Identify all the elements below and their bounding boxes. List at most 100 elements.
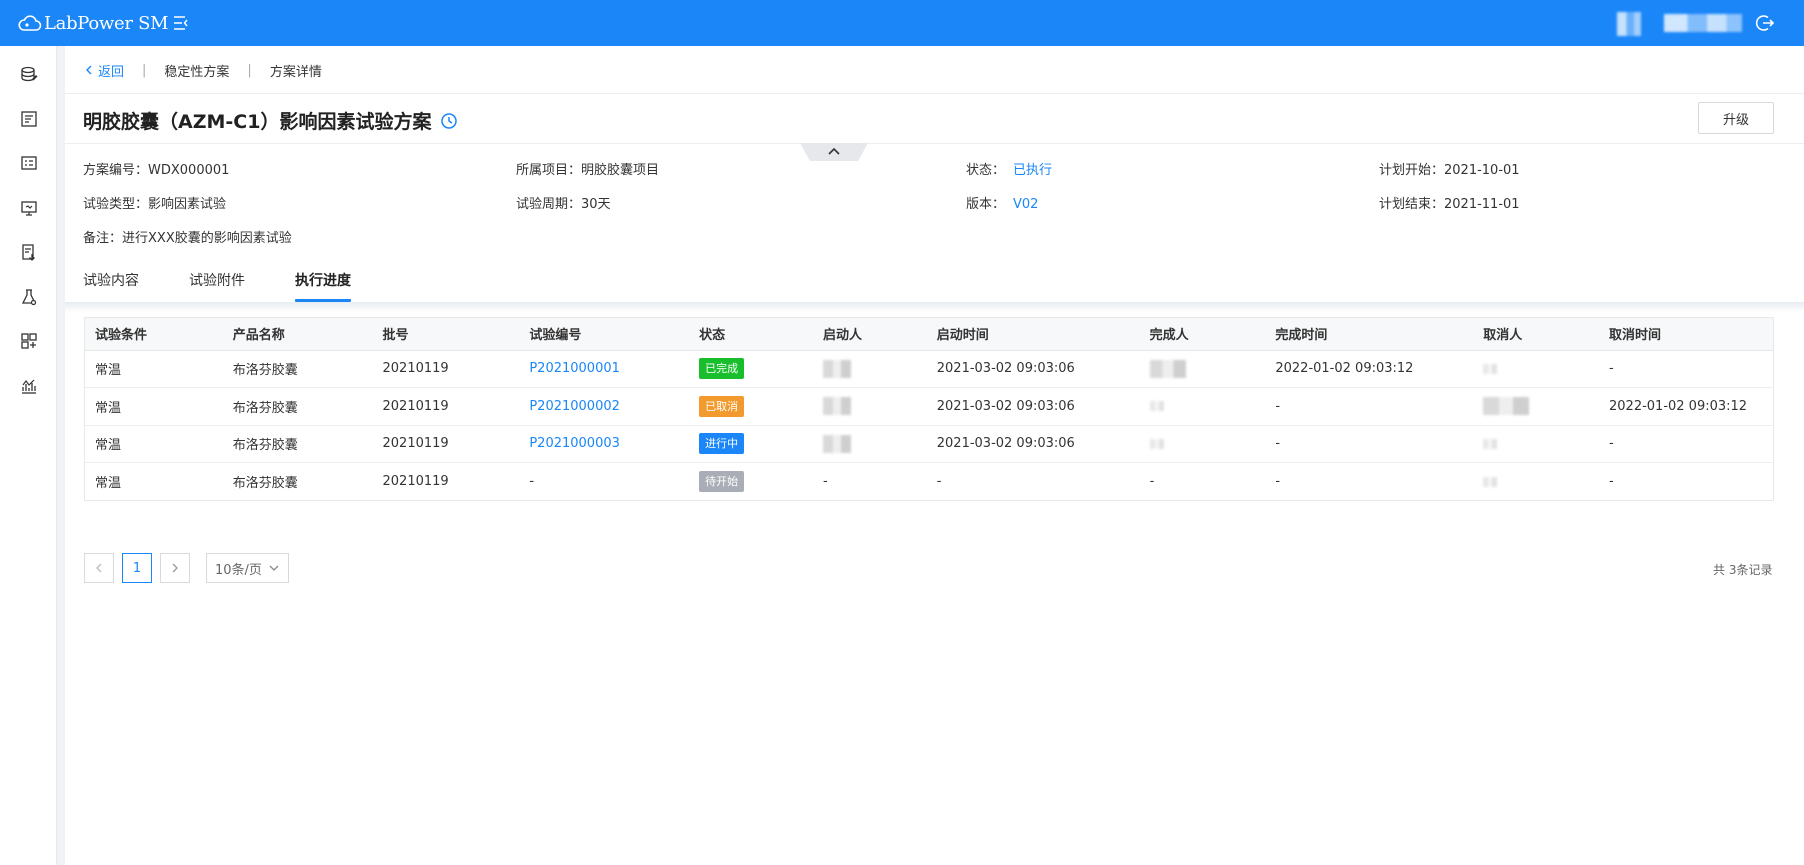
- cell-product: 布洛芬胶囊: [232, 476, 298, 491]
- canceler-redacted: [1483, 438, 1498, 449]
- page-size-value: 10条/页: [215, 562, 262, 578]
- app-logo[interactable]: LabPower SM: [18, 11, 169, 35]
- collapse-panel-toggle[interactable]: [800, 143, 868, 161]
- history-clock-icon[interactable]: [440, 112, 458, 130]
- cell-finish-time: -: [1265, 387, 1474, 426]
- cell-batch: 20210119: [382, 474, 449, 489]
- info-cycle: 试验周期：30天: [516, 197, 611, 212]
- info-project: 所属项目：明胶胶囊项目: [516, 163, 660, 178]
- cell-cancel-time: -: [1599, 425, 1773, 463]
- cell-cancel-time: -: [1599, 350, 1773, 388]
- cell-batch: 20210119: [372, 387, 520, 426]
- breadcrumb: 返回 | 稳定性方案 | 方案详情: [83, 60, 322, 80]
- tab-execution-progress[interactable]: 执行进度: [295, 270, 351, 302]
- prev-page-button[interactable]: [84, 553, 114, 583]
- main-content: 返回 | 稳定性方案 | 方案详情 明胶胶囊（AZM-C1）影响因素试验方案 升…: [65, 46, 1804, 865]
- info-remark: 备注：进行XXX胶囊的影响因素试验: [83, 231, 292, 246]
- test-number-link[interactable]: P2021000003: [529, 436, 620, 451]
- breadcrumb-separator: |: [247, 62, 252, 78]
- back-link-label: 返回: [98, 64, 125, 80]
- cloud-logo-icon: [18, 15, 42, 31]
- column-header: 产品名称: [222, 318, 373, 351]
- menu-fold-icon[interactable]: [172, 14, 190, 32]
- cell-finish-time: -: [1275, 474, 1281, 489]
- cell-finish-time: -: [1265, 425, 1474, 463]
- top-bar: LabPower SM: [0, 0, 1804, 46]
- starter-redacted: [822, 359, 851, 378]
- cell-product: 布洛芬胶囊: [222, 387, 373, 426]
- column-header: 状态: [689, 318, 813, 351]
- cell-condition: 常温: [85, 350, 223, 388]
- table-row: 常温 布洛芬胶囊 20210119 P2021000001 已完成 2021-0…: [85, 350, 1773, 388]
- tab-test-content[interactable]: 试验内容: [83, 270, 139, 302]
- app-name: LabPower SM: [44, 12, 169, 34]
- cell-product: 布洛芬胶囊: [222, 350, 373, 388]
- cell-start-time: 2021-03-02 09:03:06: [926, 387, 1140, 426]
- finisher-redacted: [1149, 438, 1164, 449]
- info-plan-start: 计划开始：2021-10-01: [1379, 163, 1520, 178]
- logout-icon[interactable]: [1755, 13, 1775, 33]
- page-number-button[interactable]: 1: [122, 553, 152, 583]
- column-header: 启动人: [812, 318, 927, 351]
- column-header: 批号: [372, 318, 520, 351]
- table-row: 常温 布洛芬胶囊 20210119 - 待开始 - - - - -: [85, 463, 1773, 501]
- sidebar-item-lab-flask-icon[interactable]: [19, 287, 39, 307]
- finisher-redacted: [1149, 359, 1186, 378]
- chevron-down-icon: [269, 565, 279, 571]
- page-title: 明胶胶囊（AZM-C1）影响因素试验方案: [83, 107, 458, 134]
- cell-product: 布洛芬胶囊: [222, 425, 373, 463]
- finisher-redacted: [1149, 401, 1164, 412]
- info-version: 版本： V02: [966, 197, 1039, 212]
- upgrade-button[interactable]: 升级: [1698, 102, 1774, 134]
- sidebar-item-statistics-icon[interactable]: [19, 376, 39, 396]
- cell-condition: 常温: [85, 387, 223, 426]
- info-plan-no: 方案编号：WDX000001: [83, 163, 230, 178]
- tabs-shadow: [65, 302, 1804, 312]
- divider: [65, 93, 1804, 94]
- cell-batch: 20210119: [372, 425, 520, 463]
- back-link[interactable]: 返回: [83, 61, 124, 80]
- info-test-type: 试验类型：影响因素试验: [83, 197, 227, 212]
- breadcrumb-stability-plan[interactable]: 稳定性方案: [164, 61, 229, 80]
- cell-finisher: -: [1149, 474, 1155, 489]
- cell-start-time: 2021-03-02 09:03:06: [926, 350, 1140, 388]
- tab-test-attachments[interactable]: 试验附件: [189, 270, 245, 302]
- cell-start-time: 2021-03-02 09:03:06: [926, 425, 1140, 463]
- column-header: 试验编号: [519, 318, 690, 351]
- user-name[interactable]: [1664, 14, 1742, 32]
- next-page-button[interactable]: [160, 553, 190, 583]
- sidebar-item-stability-icon[interactable]: [19, 64, 39, 84]
- canceler-redacted: [1483, 363, 1498, 374]
- breadcrumb-separator: |: [142, 62, 147, 78]
- column-header: 完成人: [1139, 318, 1266, 351]
- cell-start-time: -: [936, 474, 942, 489]
- info-status: 状态： 已执行: [966, 163, 1053, 178]
- column-header: 取消时间: [1599, 318, 1773, 351]
- table-row: 常温 布洛芬胶囊 20210119 P2021000003 进行中 2021-0…: [85, 425, 1773, 463]
- divider: [65, 143, 1804, 144]
- cell-condition: 常温: [95, 476, 122, 491]
- sidebar-item-plan-icon[interactable]: [19, 109, 39, 129]
- info-plan-end: 计划结束：2021-11-01: [1379, 197, 1520, 212]
- breadcrumb-plan-detail: 方案详情: [269, 64, 322, 80]
- table-header-row: 试验条件 产品名称 批号 试验编号 状态 启动人 启动时间 完成人 完成时间 取…: [85, 318, 1773, 351]
- starter-redacted: [822, 397, 851, 416]
- cell-starter: -: [822, 474, 828, 489]
- page-size-select[interactable]: 10条/页: [206, 553, 289, 583]
- cell-test-number: -: [529, 474, 535, 489]
- canceler-redacted: [1483, 476, 1498, 487]
- test-number-link[interactable]: P2021000002: [529, 399, 620, 414]
- chevron-left-icon: [86, 65, 92, 75]
- table-row: 常温 布洛芬胶囊 20210119 P2021000002 已取消 2021-0…: [85, 387, 1773, 426]
- chevron-left-icon: [96, 563, 102, 573]
- column-header: 试验条件: [85, 318, 223, 351]
- sidebar-item-list-icon[interactable]: [19, 153, 39, 173]
- column-header: 完成时间: [1265, 318, 1474, 351]
- test-number-link[interactable]: P2021000001: [529, 361, 620, 376]
- total-records: 共 3条记录: [1713, 563, 1773, 577]
- sidebar-item-dashboard-icon[interactable]: [19, 331, 39, 351]
- user-avatar[interactable]: [1617, 12, 1641, 36]
- sidebar: [0, 46, 57, 865]
- sidebar-item-report-icon[interactable]: [19, 242, 39, 262]
- sidebar-item-monitor-icon[interactable]: [19, 198, 39, 218]
